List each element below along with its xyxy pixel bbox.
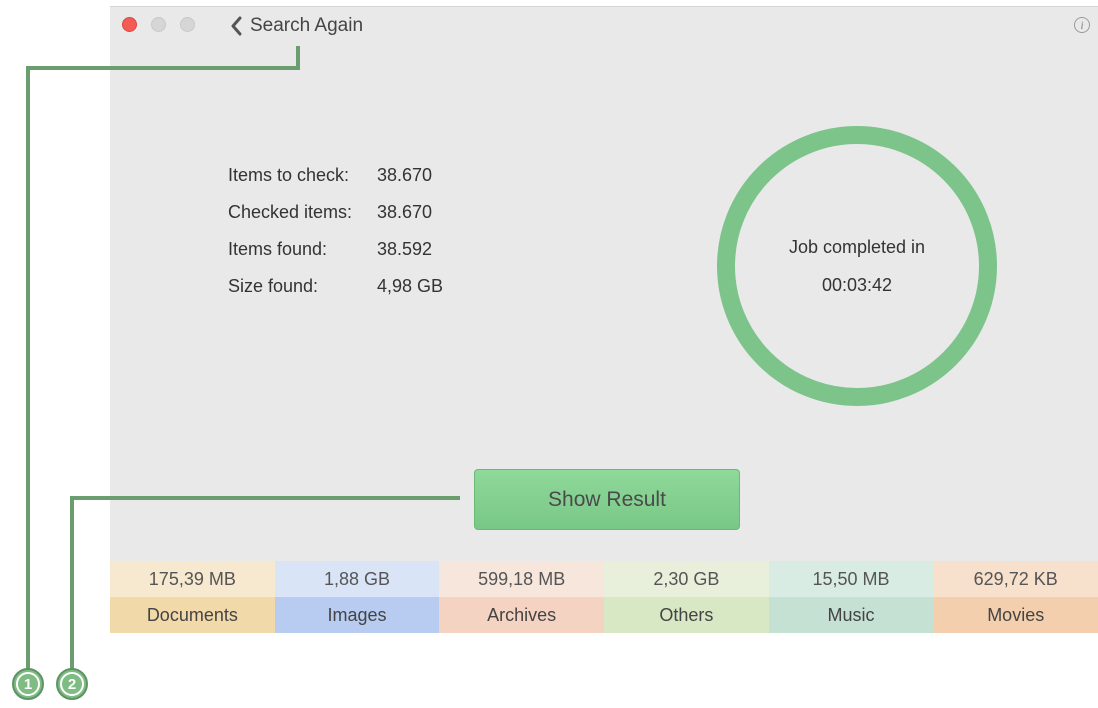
callout-line-1 (26, 66, 300, 70)
job-status: Job completed in 00:03:42 (716, 125, 998, 407)
category-name: Music (768, 597, 934, 633)
stat-value: 38.670 (377, 165, 433, 185)
job-status-label: Job completed in (788, 237, 926, 257)
category-name: Archives (439, 597, 605, 633)
stat-row-items-to-check: Items to check: 38.670 (228, 165, 443, 202)
category-size: 175,39 MB (110, 561, 275, 597)
category-size: 15,50 MB (768, 561, 934, 597)
category-name: Movies (933, 597, 1098, 633)
category-music[interactable]: 15,50 MB Music (768, 561, 934, 633)
callout-badge-2: 2 (56, 668, 88, 700)
category-movies[interactable]: 629,72 KB Movies (933, 561, 1098, 633)
category-bar: 175,39 MB Documents 1,88 GB Images 599,1… (110, 561, 1098, 633)
stat-value: 38.592 (377, 239, 433, 259)
callout-number: 2 (60, 672, 84, 696)
close-window-button[interactable] (122, 17, 137, 32)
stat-label: Items to check: (228, 165, 350, 185)
category-size: 1,88 GB (274, 561, 440, 597)
stat-row-size-found: Size found: 4,98 GB (228, 276, 443, 313)
callout-line-1 (26, 66, 30, 670)
search-again-button[interactable]: Search Again (230, 15, 363, 37)
chevron-left-icon (231, 16, 242, 36)
stat-label: Checked items: (228, 202, 353, 222)
category-size: 2,30 GB (604, 561, 769, 597)
stat-row-items-found: Items found: 38.592 (228, 239, 443, 276)
category-size: 599,18 MB (439, 561, 605, 597)
minimize-window-button[interactable] (151, 17, 166, 32)
stat-value: 38.670 (377, 202, 433, 222)
search-again-label: Search Again (250, 15, 364, 36)
callout-badge-1: 1 (12, 668, 44, 700)
stat-value: 4,98 GB (377, 276, 444, 296)
job-duration: 00:03:42 (821, 275, 893, 295)
category-size: 629,72 KB (933, 561, 1098, 597)
show-result-button[interactable]: Show Result (474, 469, 740, 530)
category-name: Others (604, 597, 769, 633)
callout-line-2 (70, 496, 460, 500)
stat-label: Size found: (228, 276, 319, 296)
maximize-window-button[interactable] (180, 17, 195, 32)
scan-stats: Items to check: 38.670 Checked items: 38… (228, 165, 443, 313)
category-archives[interactable]: 599,18 MB Archives (439, 561, 605, 633)
category-name: Images (274, 597, 440, 633)
callout-number: 1 (16, 672, 40, 696)
category-documents[interactable]: 175,39 MB Documents (110, 561, 275, 633)
stat-label: Items found: (228, 239, 328, 259)
app-window: Search Again i Items to check: 38.670 Ch… (110, 6, 1098, 633)
callout-line-2 (70, 496, 74, 670)
category-others[interactable]: 2,30 GB Others (604, 561, 769, 633)
info-icon[interactable]: i (1074, 17, 1090, 33)
category-name: Documents (110, 597, 275, 633)
category-images[interactable]: 1,88 GB Images (274, 561, 440, 633)
stat-row-checked-items: Checked items: 38.670 (228, 202, 443, 239)
callout-line-1 (296, 46, 300, 70)
